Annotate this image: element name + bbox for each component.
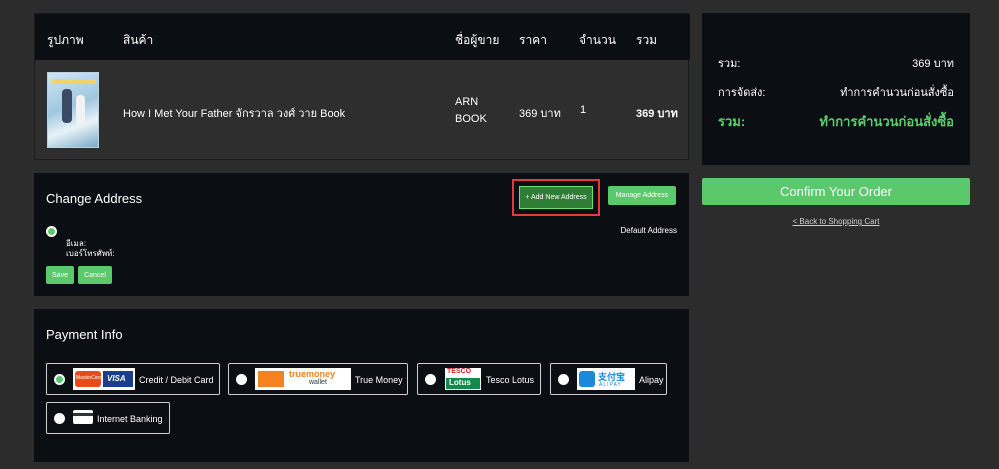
cart-table: รูปภาพ สินค้า ชื่อผู้ขาย ราคา จำนวน รวม … [34, 13, 690, 160]
banking-label: Internet Banking [97, 414, 163, 424]
seller-name-line1: ARN [455, 96, 479, 108]
manage-address-button[interactable]: Manage Address [608, 186, 676, 205]
truemoney-label: True Money [355, 375, 403, 385]
truemoney-radio[interactable] [236, 374, 247, 385]
cancel-button[interactable]: Cancel [78, 266, 112, 284]
address-radio[interactable] [46, 226, 57, 237]
header-qty: จำนวน [579, 33, 616, 47]
truemoney-logo-icon: truemoney wallet [255, 368, 351, 390]
subtotal-label: รวม: [718, 58, 741, 70]
back-to-cart-link[interactable]: < Back to Shopping Cart [702, 217, 970, 226]
save-button[interactable]: Save [46, 266, 74, 284]
book-cover-image[interactable] [47, 72, 99, 148]
bank-card-icon [73, 407, 95, 429]
product-name[interactable]: How I Met Your Father จักรวาล วงศ์ วาย B… [123, 104, 345, 122]
subtotal-value: 369 บาท [912, 58, 954, 70]
tesco-logo-icon: TESCO Lotus [445, 368, 481, 390]
header-seller: ชื่อผู้ขาย [455, 33, 500, 47]
order-summary: รวม: 369 บาท การจัดส่ง: ทำการคำนวนก่อนสั… [702, 13, 970, 165]
payment-option-alipay[interactable]: 支付宝 ALIPAY Alipay [550, 363, 667, 395]
address-phone-label: เบอร์โทรศัพท์: [66, 249, 115, 258]
payment-option-tesco[interactable]: TESCO Lotus Tesco Lotus [417, 363, 541, 395]
add-new-address-button[interactable]: + Add New Address [519, 186, 593, 209]
card-radio[interactable] [54, 374, 65, 385]
seller-name-line2: BOOK [455, 113, 487, 125]
confirm-order-button[interactable]: Confirm Your Order [702, 178, 970, 205]
cart-header-row: รูปภาพ สินค้า ชื่อผู้ขาย ราคา จำนวน รวม [35, 14, 690, 60]
card-label: Credit / Debit Card [139, 375, 214, 385]
payment-option-internet-banking[interactable]: Internet Banking [46, 402, 170, 434]
change-address-title: Change Address [46, 191, 143, 206]
payment-info-panel: Payment Info MasterCard VISA Credit / De… [34, 309, 689, 462]
tesco-label: Tesco Lotus [486, 375, 535, 385]
payment-info-title: Payment Info [46, 327, 123, 342]
total-label: รวม: [718, 114, 746, 129]
payment-option-truemoney[interactable]: truemoney wallet True Money [228, 363, 408, 395]
payment-option-card[interactable]: MasterCard VISA Credit / Debit Card [46, 363, 220, 395]
add-address-highlight: + Add New Address [512, 179, 600, 216]
card-logo-icon: MasterCard VISA [73, 368, 135, 390]
total-value: ทำการคำนวนก่อนสั่งซื้อ [819, 114, 954, 129]
alipay-radio[interactable] [558, 374, 569, 385]
header-price: ราคา [519, 33, 547, 47]
header-product: สินค้า [123, 33, 154, 47]
default-address-label: Default Address [620, 226, 677, 235]
alipay-logo-icon: 支付宝 ALIPAY [577, 368, 635, 390]
item-total: 369 บาท [636, 108, 678, 120]
header-image: รูปภาพ [47, 33, 84, 47]
item-qty: 1 [580, 104, 587, 116]
banking-radio[interactable] [54, 413, 65, 424]
item-price: 369 บาท [519, 108, 561, 120]
alipay-label: Alipay [639, 375, 664, 385]
header-total: รวม [636, 33, 658, 47]
shipping-value: ทำการคำนวนก่อนสั่งซื้อ [840, 87, 954, 99]
change-address-panel: Change Address + Add New Address Manage … [34, 173, 689, 296]
shipping-label: การจัดส่ง: [718, 87, 766, 99]
tesco-radio[interactable] [425, 374, 436, 385]
